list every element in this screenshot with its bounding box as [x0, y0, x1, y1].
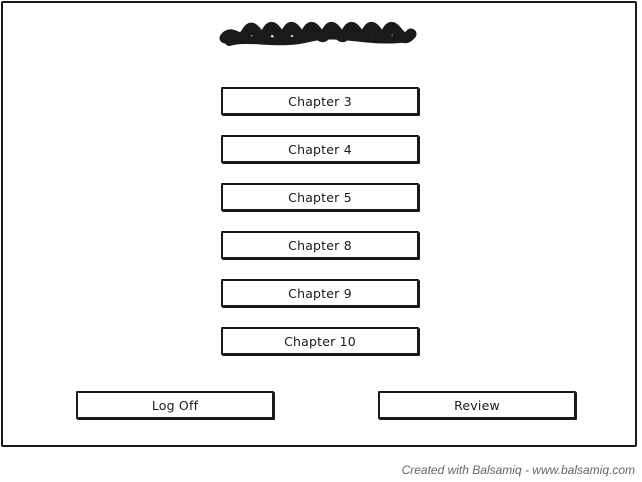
mockup-canvas: Chapter 3 Chapter 4 Chapter 5 Chapter 8 …: [0, 0, 642, 482]
chapter-8-button[interactable]: Chapter 8: [221, 231, 419, 259]
window-frame: [1, 1, 637, 447]
chapter-3-button[interactable]: Chapter 3: [221, 87, 419, 115]
watermark-text: Created with Balsamiq - www.balsamiq.com: [401, 463, 635, 477]
chapter-9-button[interactable]: Chapter 9: [221, 279, 419, 307]
review-button[interactable]: Review: [378, 391, 576, 419]
chapter-10-button[interactable]: Chapter 10: [221, 327, 419, 355]
chapter-4-button[interactable]: Chapter 4: [221, 135, 419, 163]
log-off-button[interactable]: Log Off: [76, 391, 274, 419]
chapter-5-button[interactable]: Chapter 5: [221, 183, 419, 211]
title-scribble: [219, 21, 417, 46]
